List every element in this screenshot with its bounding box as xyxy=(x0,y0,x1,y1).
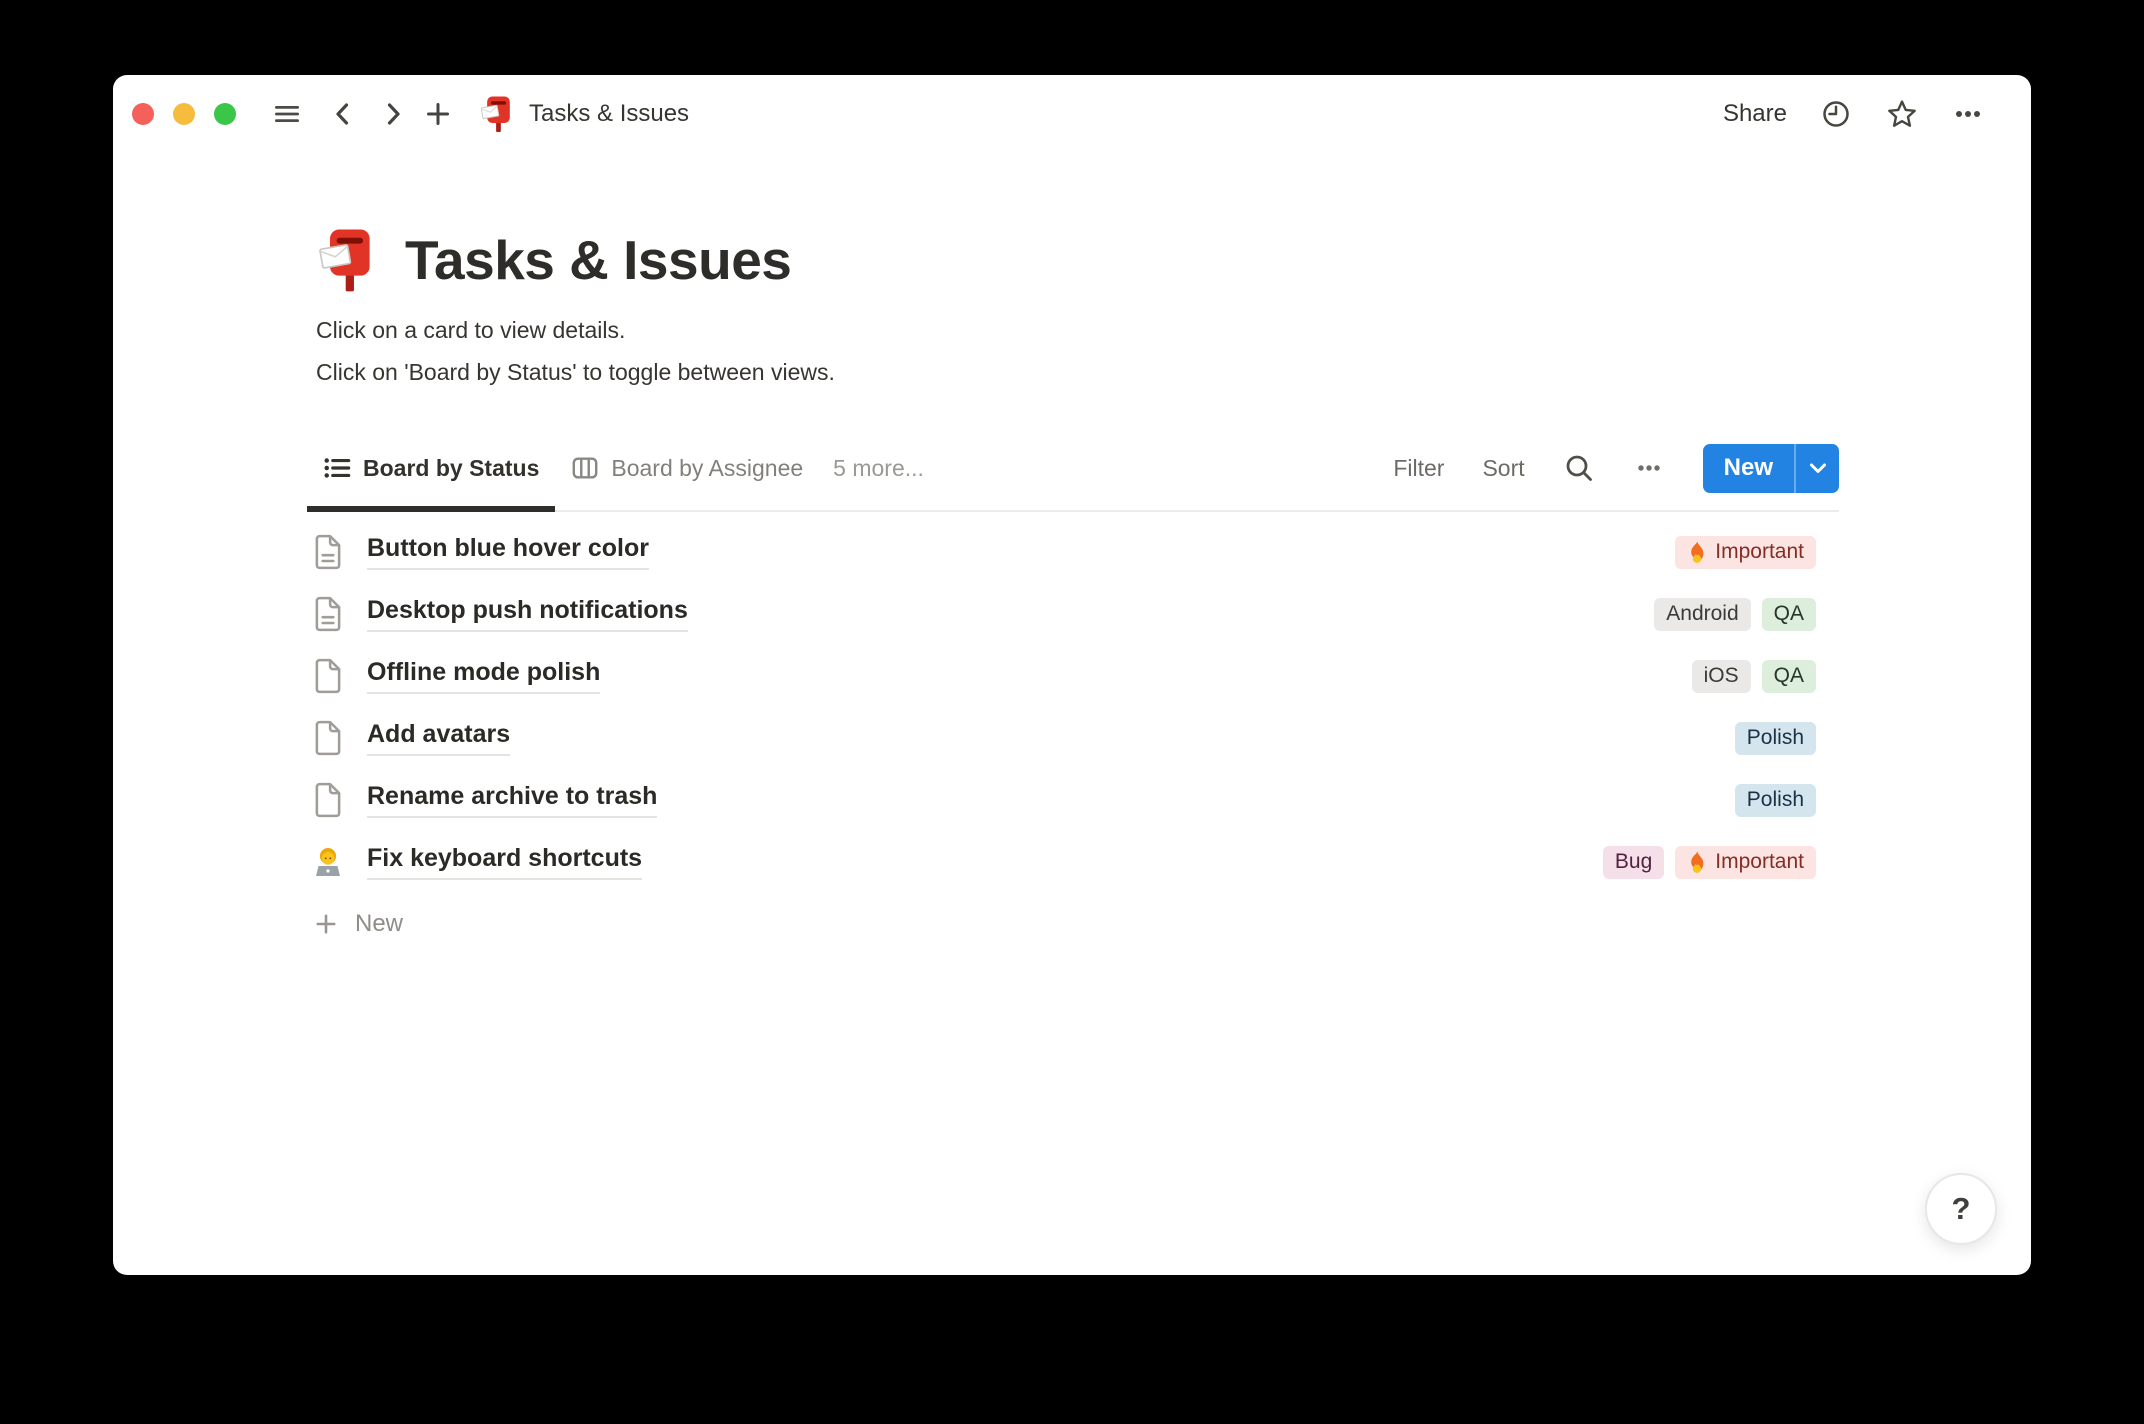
list-view-icon xyxy=(323,454,351,482)
add-row-button[interactable]: New xyxy=(307,893,1839,955)
tab-board-by-assignee[interactable]: Board by Assignee xyxy=(555,426,819,510)
tag-label: Important xyxy=(1715,850,1804,873)
list-item[interactable]: Fix keyboard shortcuts Bug Important xyxy=(307,831,1816,893)
tag-group: Important xyxy=(1675,535,1816,569)
chevron-right-icon xyxy=(378,99,408,129)
new-page-button[interactable] xyxy=(421,97,455,131)
tag-label: Polish xyxy=(1746,788,1804,811)
plus-icon xyxy=(423,99,453,129)
sort-button[interactable]: Sort xyxy=(1482,455,1524,482)
page-title: Tasks & Issues xyxy=(405,229,792,291)
search-icon xyxy=(1563,452,1595,484)
page-title-link[interactable]: Button blue hover color xyxy=(367,534,649,570)
tab-label: Board by Status xyxy=(363,454,540,481)
tag-label: QA xyxy=(1773,664,1804,687)
search-button[interactable] xyxy=(1563,452,1595,484)
list-item[interactable]: Offline mode polish iOS QA xyxy=(307,645,1816,707)
fire-icon xyxy=(1687,540,1707,564)
clock-icon xyxy=(1820,98,1852,130)
history-button[interactable] xyxy=(1819,97,1853,131)
tag-important: Important xyxy=(1675,845,1816,879)
tab-label: Board by Assignee xyxy=(611,454,804,481)
tag-group: Android QA xyxy=(1654,597,1816,631)
ellipsis-icon xyxy=(1952,98,1984,130)
new-button[interactable]: New xyxy=(1703,444,1794,493)
chevron-down-icon xyxy=(1804,454,1832,482)
tag-group: Bug Important xyxy=(1602,845,1816,879)
page-icon xyxy=(310,658,346,694)
tag-label: Bug xyxy=(1614,850,1653,873)
tag-label: Android xyxy=(1666,602,1739,625)
page-title-link[interactable]: Offline mode polish xyxy=(367,658,601,694)
app-window: Tasks & Issues Share Tasks & Issues Clic… xyxy=(113,75,2031,1275)
page-header: Tasks & Issues xyxy=(319,220,792,300)
tag-ios: iOS xyxy=(1691,659,1751,693)
view-options-button[interactable] xyxy=(1633,452,1665,484)
filter-button[interactable]: Filter xyxy=(1393,455,1444,482)
star-icon xyxy=(1886,98,1918,130)
window-zoom-button[interactable] xyxy=(214,103,236,125)
plus-icon xyxy=(313,911,339,937)
page-icon xyxy=(310,720,346,756)
share-button[interactable]: Share xyxy=(1723,100,1787,128)
page-title-link[interactable]: Add avatars xyxy=(367,720,511,756)
page-title-link[interactable]: Fix keyboard shortcuts xyxy=(367,844,643,880)
hamburger-icon xyxy=(272,99,302,129)
task-list: Button blue hover color Important Desktop … xyxy=(307,521,1839,893)
tag-polish: Polish xyxy=(1734,721,1816,755)
toolbar-page-title: Tasks & Issues xyxy=(529,100,690,127)
technologist-icon xyxy=(310,842,346,882)
view-controls: Filter Sort New xyxy=(1393,443,1839,493)
sidebar-toggle-button[interactable] xyxy=(270,97,304,131)
tag-android: Android xyxy=(1654,597,1751,631)
page-text-icon xyxy=(310,596,346,632)
more-options-button[interactable] xyxy=(1951,97,1985,131)
tag-label: Important xyxy=(1715,540,1804,563)
description-line: Click on 'Board by Status' to toggle bet… xyxy=(316,359,835,385)
list-item[interactable]: Desktop push notifications Android QA xyxy=(307,583,1816,645)
page-title-link[interactable]: Desktop push notifications xyxy=(367,596,688,632)
tag-label: QA xyxy=(1773,602,1804,625)
tab-board-by-status[interactable]: Board by Status xyxy=(307,426,556,512)
traffic-lights xyxy=(113,103,236,125)
views-bar: Board by Status Board by Assignee 5 more.… xyxy=(307,426,1839,512)
tag-group: Polish xyxy=(1734,783,1816,817)
favorite-button[interactable] xyxy=(1885,97,1919,131)
tag-group: iOS QA xyxy=(1691,659,1816,693)
tag-label: iOS xyxy=(1703,664,1739,687)
board-view-icon xyxy=(571,454,599,482)
new-dropdown-button[interactable] xyxy=(1794,443,1839,493)
tag-qa: QA xyxy=(1761,659,1816,693)
list-item[interactable]: Rename archive to trash Polish xyxy=(307,769,1816,831)
page-icon xyxy=(310,782,346,818)
tag-important: Important xyxy=(1675,535,1816,569)
tag-label: Polish xyxy=(1746,726,1804,749)
help-button[interactable]: ? xyxy=(1925,1173,1997,1245)
window-close-button[interactable] xyxy=(132,103,154,125)
page-title-link[interactable]: Rename archive to trash xyxy=(367,782,658,818)
toolbar: Tasks & Issues Share xyxy=(113,75,2031,153)
window-minimize-button[interactable] xyxy=(173,103,195,125)
add-row-label: New xyxy=(355,910,404,937)
page-emoji-postbox-icon[interactable] xyxy=(319,227,379,293)
tag-bug: Bug xyxy=(1602,845,1665,879)
page-description: Click on a card to view details. Click o… xyxy=(316,309,835,393)
tag-polish: Polish xyxy=(1734,783,1816,817)
new-split-button: New xyxy=(1702,443,1839,493)
tag-group: Polish xyxy=(1734,721,1816,755)
forward-button[interactable] xyxy=(376,97,410,131)
list-item[interactable]: Button blue hover color Important xyxy=(307,521,1816,583)
description-line: Click on a card to view details. xyxy=(316,317,626,343)
toolbar-right: Share xyxy=(1723,97,1985,131)
postbox-icon xyxy=(481,95,515,133)
more-views-button[interactable]: 5 more... xyxy=(833,455,924,482)
back-button[interactable] xyxy=(326,97,360,131)
ellipsis-icon xyxy=(1633,452,1665,484)
tag-qa: QA xyxy=(1761,597,1816,631)
page-text-icon xyxy=(310,534,346,570)
fire-icon xyxy=(1687,850,1707,874)
chevron-left-icon xyxy=(328,99,358,129)
view-tabs: Board by Status Board by Assignee xyxy=(307,426,819,512)
list-item[interactable]: Add avatars Polish xyxy=(307,707,1816,769)
